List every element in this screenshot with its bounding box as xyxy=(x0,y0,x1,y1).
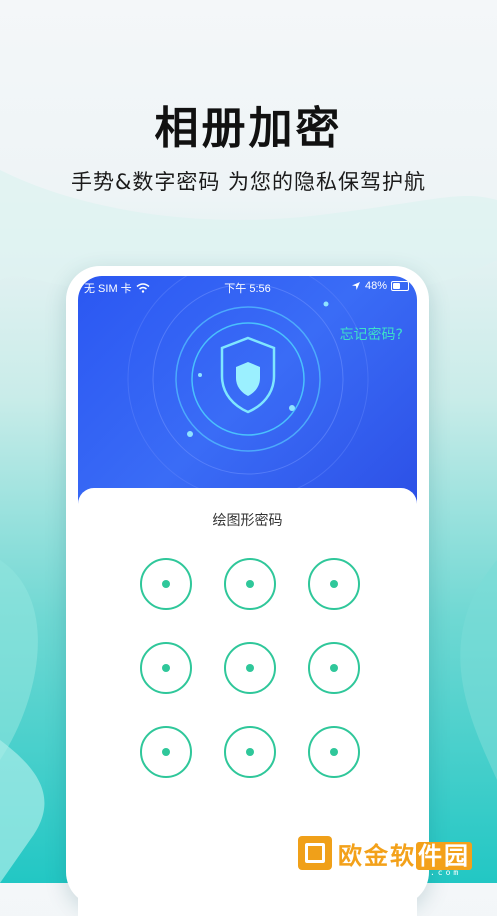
pattern-node[interactable] xyxy=(308,726,360,778)
pattern-node[interactable] xyxy=(224,642,276,694)
logo-brand-b: 件园 xyxy=(416,842,472,870)
battery-icon xyxy=(391,281,409,291)
phone-screen: 无 SIM 卡 下午 5:56 48% 忘记密码? 绘图形密码 xyxy=(78,276,417,916)
subline: 手势&数字密码 为您的隐私保驾护航 xyxy=(70,170,427,194)
shield-icon xyxy=(236,362,260,396)
pattern-node[interactable] xyxy=(308,558,360,610)
phone-mockup: 无 SIM 卡 下午 5:56 48% 忘记密码? 绘图形密码 xyxy=(66,266,429,916)
battery-percent: 48% xyxy=(364,280,387,292)
shield-graphic xyxy=(127,276,369,500)
pattern-title: 绘图形密码 xyxy=(212,513,283,529)
watermark-logo: 欧金软件园 www.apoujin.com xyxy=(294,836,494,880)
location-arrow-icon xyxy=(351,282,360,290)
headline: 相册加密 xyxy=(154,103,343,154)
pattern-node[interactable] xyxy=(224,558,276,610)
hero-header: 无 SIM 卡 下午 5:56 48% 忘记密码? xyxy=(78,276,417,516)
pattern-node[interactable] xyxy=(140,642,192,694)
pattern-node[interactable] xyxy=(140,558,192,610)
status-bar: 无 SIM 卡 下午 5:56 48% xyxy=(78,276,417,298)
logo-mark-icon xyxy=(298,836,332,870)
pattern-node[interactable] xyxy=(308,642,360,694)
forgot-password-link[interactable]: 忘记密码? xyxy=(340,324,403,344)
pattern-grid[interactable] xyxy=(140,558,360,778)
pattern-node[interactable] xyxy=(140,726,192,778)
logo-url: www.apoujin.com xyxy=(344,868,462,877)
logo-brand-a: 欧金软 xyxy=(338,842,416,870)
pattern-node[interactable] xyxy=(224,726,276,778)
